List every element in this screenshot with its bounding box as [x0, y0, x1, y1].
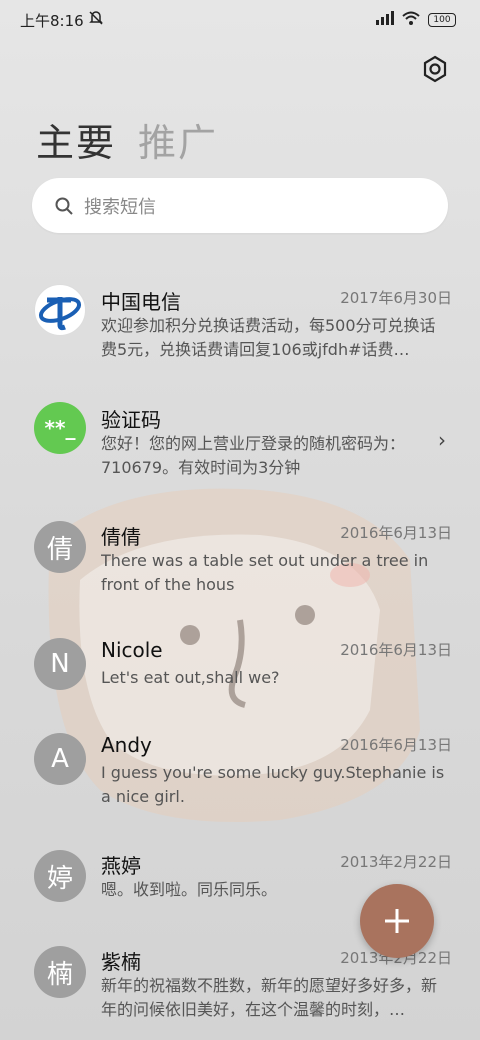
- conversation-name: 倩倩: [101, 525, 141, 549]
- conversation-preview: 您好！您的网上营业厅登录的随机密码为：710679。有效时间为3分钟: [101, 434, 406, 477]
- conversation-preview: There was a table set out under a tree i…: [101, 551, 429, 594]
- china-telecom-logo: [34, 284, 86, 336]
- conversation-row[interactable]: 中国电信 2017年6月30日 欢迎参加积分兑换话费活动，每500分可兑换话费5…: [0, 270, 480, 370]
- conversation-name: 中国电信: [101, 290, 181, 314]
- search-icon: [55, 197, 73, 215]
- avatar: A: [34, 733, 86, 785]
- conversation-preview: 新年的祝福数不胜数，新年的愿望好多好多，新年的问候依旧美好，在这个温馨的时刻，…: [101, 976, 438, 1019]
- conversation-preview: I guess you're some lucky guy.Stephanie …: [101, 763, 445, 806]
- new-message-button[interactable]: [360, 884, 434, 958]
- tab-bar: 主要 推广: [36, 112, 218, 167]
- conversation-preview: 欢迎参加积分兑换话费活动，每500分可兑换话费5元，兑换话费请回复106或jfd…: [101, 316, 436, 359]
- status-bar: 上午8:16 100: [0, 0, 480, 40]
- tab-main[interactable]: 主要: [36, 112, 116, 167]
- conversation-date: 2013年2月22日: [340, 853, 452, 871]
- conversation-name: Andy: [101, 733, 152, 757]
- conversation-name: 燕婷: [101, 854, 141, 878]
- conversation-row[interactable]: N Nicole 2016年6月13日 Let's eat out,shall …: [0, 622, 480, 722]
- signal-icon: [376, 11, 394, 29]
- conversation-row[interactable]: A Andy 2016年6月13日 I guess you're some lu…: [0, 717, 480, 817]
- chevron-right-icon[interactable]: ›: [438, 428, 446, 452]
- conversation-date: 2016年6月13日: [340, 524, 452, 542]
- avatar: 倩: [34, 521, 86, 573]
- conversation-name: 验证码: [101, 408, 161, 432]
- status-right: 100: [376, 11, 456, 29]
- conversation-preview: Let's eat out,shall we?: [101, 668, 280, 687]
- search-bar[interactable]: 搜索短信: [32, 178, 448, 233]
- mute-icon: [88, 10, 104, 30]
- conversation-date: 2016年6月13日: [340, 641, 452, 659]
- settings-button[interactable]: [418, 52, 452, 86]
- status-left: 上午8:16: [20, 10, 104, 31]
- avatar: **_: [34, 402, 86, 454]
- battery-level: 100: [433, 15, 451, 25]
- conversation-date: 2016年6月13日: [340, 736, 452, 754]
- conversation-row[interactable]: 倩 倩倩 2016年6月13日 There was a table set ou…: [0, 505, 480, 605]
- avatar: 楠: [34, 946, 86, 998]
- avatar: 婷: [34, 850, 86, 902]
- conversation-name: 紫楠: [101, 950, 141, 974]
- avatar: N: [34, 638, 86, 690]
- plus-icon: [385, 909, 409, 933]
- conversation-name: Nicole: [101, 638, 163, 662]
- gear-icon: [423, 55, 447, 83]
- status-time: 上午8:16: [20, 11, 84, 30]
- conversation-date: 2017年6月30日: [340, 289, 452, 307]
- conversation-row[interactable]: **_ 验证码 您好！您的网上营业厅登录的随机密码为：710679。有效时间为3…: [0, 388, 480, 488]
- battery-icon: 100: [428, 13, 456, 27]
- search-placeholder: 搜索短信: [84, 196, 156, 218]
- wifi-icon: [402, 11, 420, 29]
- tab-promo[interactable]: 推广: [138, 112, 218, 167]
